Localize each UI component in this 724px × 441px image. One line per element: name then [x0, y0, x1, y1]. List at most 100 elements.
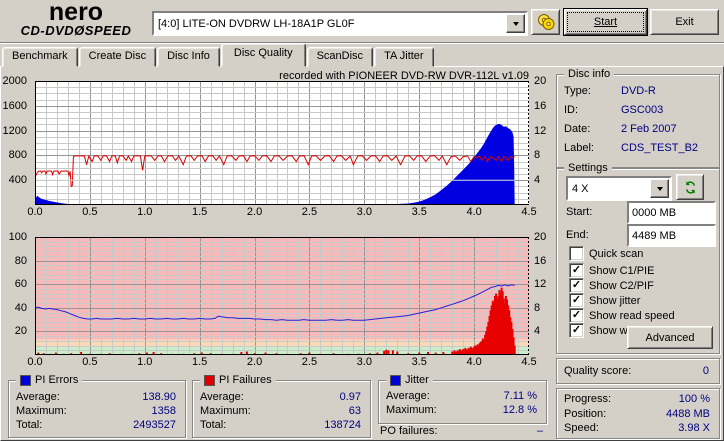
axis-tick-label: 40	[14, 301, 27, 314]
axis-tick-label: 1.5	[192, 206, 208, 218]
progress-value: 100 %	[678, 393, 710, 405]
tab-scandisc[interactable]: ScanDisc	[306, 47, 374, 67]
chevron-down-icon[interactable]	[506, 14, 525, 33]
checkbox-icon[interactable]: ✓	[569, 308, 584, 323]
axis-tick-label: 3.5	[411, 356, 427, 368]
tab-benchmark[interactable]: Benchmark	[2, 47, 78, 67]
scan-end-input[interactable]: 4489 MB	[627, 224, 716, 247]
jitter-average: 7.11 %	[503, 390, 537, 402]
start-button[interactable]: Start	[564, 9, 647, 35]
quality-chart-bottom: 20 40 60 80 100 4 8 12 16 20	[0, 232, 560, 355]
axis-tick-label: 4	[534, 174, 541, 187]
axis-tick-label: 16	[534, 254, 547, 267]
advanced-button[interactable]: Advanced	[627, 326, 713, 349]
tab-disc-quality[interactable]: Disc Quality	[220, 43, 306, 67]
exit-button-label: Exit	[675, 16, 694, 28]
quality-score-label: Quality score:	[564, 365, 632, 377]
checkbox-show-c1-pie[interactable]: ✓ Show C1/PIE	[569, 263, 654, 278]
axis-tick-label: 3.5	[411, 206, 427, 218]
tab-disc-info[interactable]: Disc Info	[157, 47, 220, 67]
po-failures-row: PO failures: –	[380, 425, 543, 437]
pi-failures-legend-icon	[204, 374, 215, 386]
jitter-title: Jitter	[405, 374, 429, 386]
checkbox-icon[interactable]: ✓	[569, 246, 584, 261]
axis-tick-label: 20	[534, 75, 547, 87]
quality-score-panel: Quality score: 0	[556, 358, 720, 384]
checkbox-icon[interactable]: ✓	[569, 263, 584, 278]
pi-failures-title: PI Failures	[219, 374, 272, 386]
scan-end-value: 4489 MB	[632, 229, 677, 242]
po-failures-value: –	[536, 425, 543, 437]
progress-label: Progress:	[564, 393, 612, 405]
bonus-button[interactable]	[531, 9, 560, 35]
checkbox-show-jitter[interactable]: ✓ Show jitter	[569, 293, 640, 308]
settings-panel: Settings 4 X Start: 0000 MB End: 4489 MB…	[556, 162, 720, 354]
axis-tick-label: 1.0	[137, 206, 153, 218]
axis-tick-label: 0.0	[27, 356, 43, 368]
pi-errors-average: 138.90	[142, 391, 176, 403]
scan-start-input[interactable]: 0000 MB	[627, 201, 716, 224]
disc-id-label: ID:	[564, 104, 579, 116]
jitter-maximum: 12.8 %	[502, 404, 537, 416]
speed-selector-value: 4 X	[572, 182, 589, 195]
speed-selector[interactable]: 4 X	[566, 176, 672, 201]
checkbox-show-c2-pif[interactable]: ✓ Show C2/PIF	[569, 278, 654, 293]
axis-tick-label: 4.5	[521, 356, 537, 368]
axis-tick-label: 4	[534, 325, 541, 338]
disc-label-value: CDS_TEST_B2	[621, 142, 699, 154]
pi-failures-average: 0.97	[339, 391, 361, 403]
pi-failures-total: 138724	[324, 419, 361, 431]
start-button-label: Start	[593, 16, 618, 28]
checkbox-icon[interactable]: ✓	[569, 293, 584, 308]
axis-tick-label: 12	[534, 278, 547, 291]
axis-tick-label: 20	[534, 231, 547, 243]
pi-errors-total: 2493527	[133, 419, 176, 431]
checkbox-icon[interactable]: ✓	[569, 278, 584, 293]
left-axis-labels: 400 800 1200 1600 2000	[0, 76, 31, 205]
tab-create-disc[interactable]: Create Disc	[78, 47, 157, 67]
axis-tick-label: 2.0	[246, 206, 263, 218]
chevron-down-icon[interactable]	[650, 179, 669, 198]
axis-tick-label: 12	[534, 124, 547, 137]
axis-tick-label: 0.0	[27, 206, 43, 218]
right-axis-labels: 4 8 12 16 20	[533, 76, 555, 205]
drive-selector[interactable]: [4:0] LITE-ON DVDRW LH-18A1P GL0F	[152, 11, 528, 36]
pi-errors-legend-icon	[20, 374, 31, 386]
axis-tick-label: 8	[534, 149, 541, 162]
drive-selector-value: [4:0] LITE-ON DVDRW LH-18A1P GL0F	[158, 17, 355, 30]
settings-title: Settings	[564, 162, 612, 174]
app-window: nero CD-DVDØSPEED [4:0] LITE-ON DVDRW LH…	[0, 0, 724, 441]
checkbox-quick-scan[interactable]: ✓ Quick scan	[569, 246, 643, 261]
disc-date-value: 2 Feb 2007	[621, 123, 677, 135]
speed-value: 3.98 X	[678, 422, 710, 434]
axis-tick-label: 16	[534, 99, 547, 112]
scan-start-value: 0000 MB	[632, 206, 677, 219]
pi-errors-title: PI Errors	[35, 374, 79, 386]
speed-label: Speed:	[564, 422, 599, 434]
tab-ta-jitter[interactable]: TA Jitter	[374, 47, 434, 67]
logo-line1: nero	[48, 0, 104, 26]
progress-panel: Progress: 100 % Position: 4488 MB Speed: 3.…	[556, 388, 720, 439]
axis-tick-label: 0.5	[82, 356, 98, 368]
axis-tick-label: 1200	[2, 124, 27, 137]
refresh-button[interactable]	[676, 174, 704, 200]
tab-bar: Benchmark Create Disc Disc Info Disc Qua…	[2, 43, 435, 67]
po-failures-label: PO failures:	[380, 425, 438, 437]
jitter-panel: Jitter Average: 7.11 % Maximum: 12.8 %	[378, 374, 547, 424]
axis-tick-label: 20	[14, 325, 27, 338]
axis-tick-label: 2000	[2, 75, 27, 87]
scan-start-label: Start:	[566, 206, 593, 218]
axis-tick-label: 1600	[2, 99, 27, 112]
pi-errors-panel: PI Errors Average: 138.90 Maximum: 1358 To…	[8, 374, 186, 438]
axis-tick-label: 1.0	[137, 356, 153, 368]
quality-chart-top: 400 800 1200 1600 2000 4 8 12 16 20	[0, 76, 560, 205]
axis-tick-label: 3.0	[356, 356, 372, 368]
axis-tick-label: 1.5	[192, 356, 208, 368]
disc-info-panel: Disc info Type: DVD-R ID: GSC003 Date: 2…	[556, 68, 720, 168]
axis-tick-label: 4.5	[521, 206, 537, 218]
axis-tick-label: 0.5	[82, 206, 98, 218]
checkbox-show-read-speed[interactable]: ✓ Show read speed	[569, 308, 675, 323]
checkbox-icon[interactable]: ✓	[569, 323, 584, 338]
exit-button[interactable]: Exit	[650, 9, 719, 35]
position-label: Position:	[564, 408, 607, 420]
